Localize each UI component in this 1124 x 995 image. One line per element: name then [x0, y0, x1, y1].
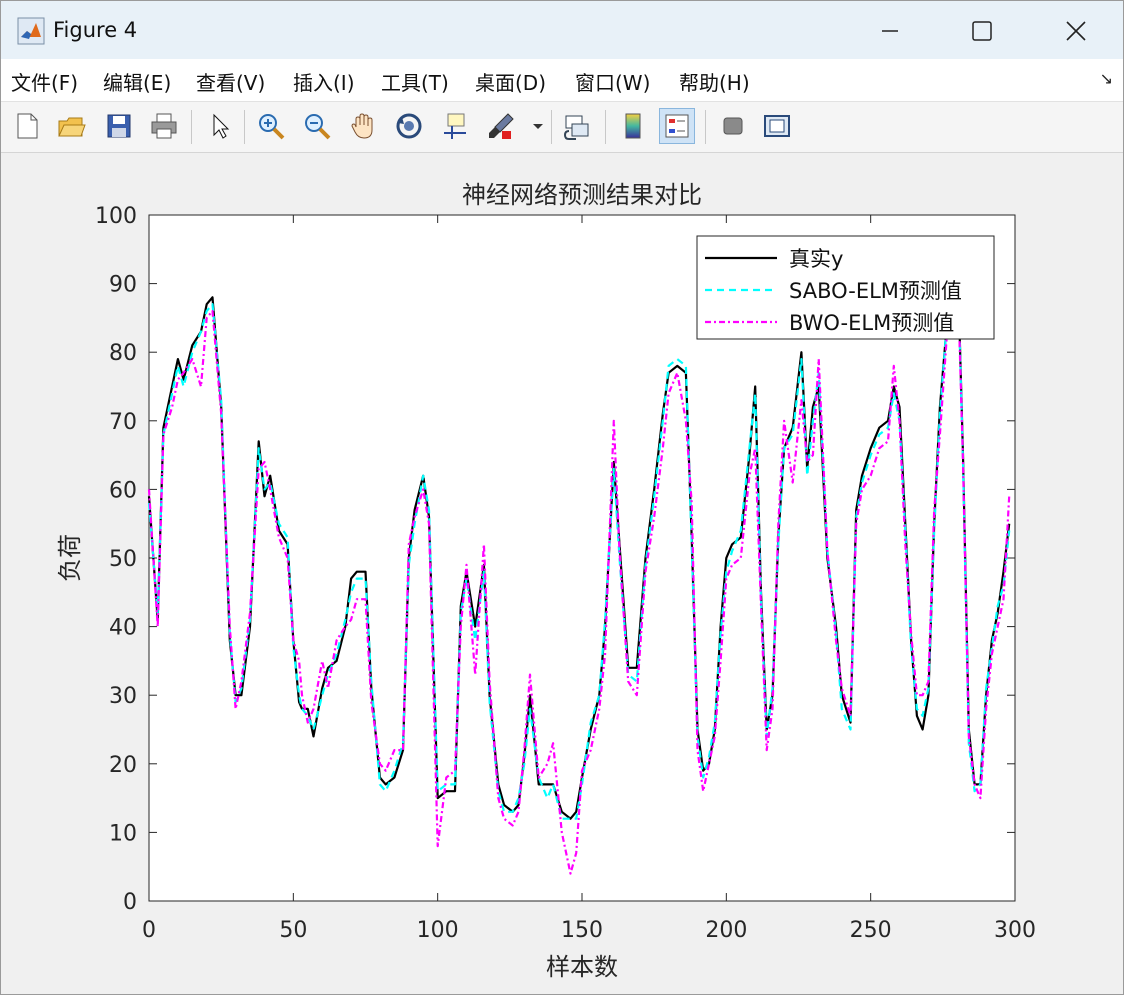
legend-label-3: BWO-ELM预测值 [789, 311, 954, 335]
hide-plot-tools-icon [723, 117, 743, 135]
brush-icon [489, 113, 514, 139]
x-tick-label: 200 [705, 918, 747, 943]
menu-tools[interactable]: 工具(T) [381, 67, 449, 96]
x-tick-label: 250 [850, 918, 892, 943]
minimize-button[interactable] [867, 9, 913, 53]
show-plot-tools-icon [764, 115, 790, 137]
colorbar-icon [625, 113, 641, 139]
rotate-3d-button[interactable] [391, 108, 427, 144]
chart-title: 神经网络预测结果对比 [462, 181, 702, 209]
close-icon [1066, 21, 1086, 41]
show-plot-tools-button[interactable] [759, 108, 795, 144]
chevron-down-icon [533, 124, 543, 129]
y-tick-label: 20 [109, 753, 137, 778]
x-tick-label: 0 [142, 918, 156, 943]
pan-hand-icon [351, 113, 373, 139]
x-axis-label: 样本数 [546, 953, 618, 981]
legend-button[interactable] [659, 108, 695, 144]
menu-edit[interactable]: 编辑(E) [103, 67, 171, 96]
menu-file[interactable]: 文件(F) [11, 67, 78, 96]
menu-view[interactable]: 查看(V) [196, 67, 265, 96]
brush-dropdown-button[interactable] [529, 108, 547, 144]
line-chart[interactable]: 0 50 100 150 200 250 300 0 10 20 30 40 50 60 70 80 90 100… [0, 152, 1122, 993]
legend[interactable]: 真实y SABO-ELM预测值 BWO-ELM预测值 [696, 235, 995, 340]
matlab-icon [17, 17, 45, 45]
close-button[interactable] [1053, 9, 1099, 53]
minimize-icon [882, 30, 898, 32]
x-tick-label: 150 [561, 918, 603, 943]
menu-window[interactable]: 窗口(W) [575, 67, 650, 96]
title-bar: Figure 4 [1, 1, 1123, 59]
x-tick-label: 300 [994, 918, 1036, 943]
menu-bar: 文件(F) 编辑(E) 查看(V) 插入(I) 工具(T) 桌面(D) 窗口(W… [1, 59, 1123, 102]
zoom-in-button[interactable] [253, 108, 289, 144]
pan-button[interactable] [345, 108, 381, 144]
y-tick-label: 40 [109, 616, 137, 641]
save-button[interactable] [101, 108, 137, 144]
menu-desktop[interactable]: 桌面(D) [475, 67, 546, 96]
select-arrow-icon [213, 113, 230, 139]
save-icon [107, 114, 131, 138]
x-tick-label: 100 [417, 918, 459, 943]
y-tick-label: 80 [109, 341, 137, 366]
y-tick-label: 10 [109, 821, 137, 846]
y-tick-label: 30 [109, 684, 137, 709]
data-cursor-button[interactable] [437, 108, 473, 144]
menu-insert[interactable]: 插入(I) [293, 67, 355, 96]
legend-label-2: SABO-ELM预测值 [789, 279, 962, 303]
hide-plot-tools-button[interactable] [715, 108, 751, 144]
y-tick-label: 0 [123, 890, 137, 915]
zoom-in-icon [259, 114, 285, 140]
link-plot-icon [563, 115, 589, 140]
y-tick-label: 60 [109, 478, 137, 503]
y-tick-label: 50 [109, 547, 137, 572]
y-tick-label: 90 [109, 273, 137, 298]
maximize-button[interactable] [959, 9, 1005, 53]
brush-button[interactable] [483, 108, 519, 144]
legend-icon [665, 114, 689, 138]
y-tick-label: 100 [95, 204, 137, 229]
legend-label-1: 真实y [789, 247, 843, 271]
colorbar-button[interactable] [615, 108, 651, 144]
open-file-icon [58, 117, 86, 137]
rotate-3d-icon [396, 113, 422, 139]
y-axis-label: 负荷 [56, 534, 84, 582]
figure-toolbar [1, 102, 1123, 153]
print-button[interactable] [146, 108, 182, 144]
y-tick-label: 70 [109, 410, 137, 435]
new-figure-button[interactable] [9, 108, 45, 144]
menu-help[interactable]: 帮助(H) [679, 67, 750, 96]
dock-arrow-icon[interactable]: ↘ [1100, 69, 1113, 88]
maximize-icon [972, 21, 992, 41]
new-figure-icon [17, 113, 38, 139]
link-plot-button[interactable] [559, 108, 595, 144]
window-title: Figure 4 [53, 18, 138, 42]
data-cursor-icon [444, 113, 466, 139]
open-file-button[interactable] [53, 108, 89, 144]
x-tick-label: 50 [279, 918, 307, 943]
select-arrow-button[interactable] [201, 108, 237, 144]
print-icon [151, 113, 177, 139]
zoom-out-icon [305, 114, 331, 140]
zoom-out-button[interactable] [299, 108, 335, 144]
